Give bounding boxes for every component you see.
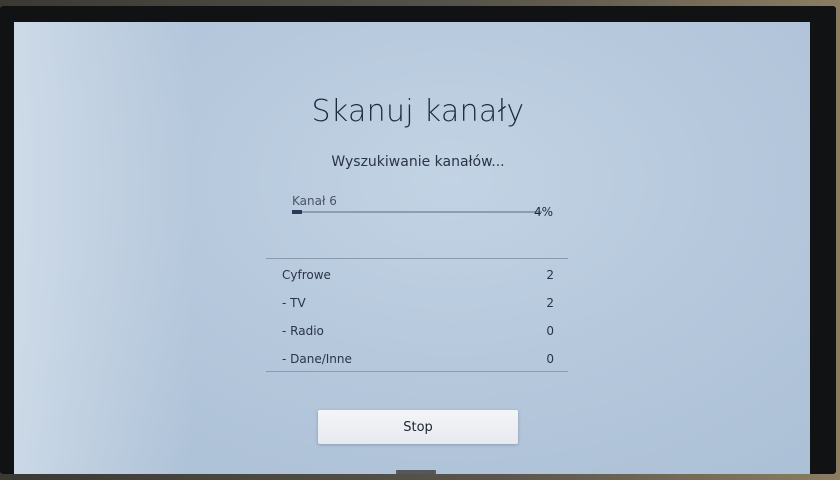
- result-label: - TV: [282, 296, 306, 310]
- current-channel-label: Kanał 6: [292, 194, 337, 208]
- result-count: 0: [546, 324, 554, 338]
- result-count: 2: [546, 268, 554, 282]
- scan-status-text: Wyszukiwanie kanałów...: [331, 154, 505, 170]
- result-count: 0: [546, 352, 554, 366]
- result-label: Cyfrowe: [282, 268, 331, 282]
- tv-bezel: Skanuj kanały Wyszukiwanie kanałów... Ka…: [0, 6, 836, 474]
- channel-results-list: Cyfrowe 2 - TV 2 - Radio 0 - Dane/Inne 0: [266, 258, 568, 372]
- tv-screen: Skanuj kanały Wyszukiwanie kanałów... Ka…: [14, 22, 810, 474]
- scan-progress-percent: 4%: [534, 205, 554, 219]
- result-row-tv: - TV 2: [266, 287, 568, 315]
- result-row-radio: - Radio 0: [266, 315, 568, 343]
- tv-stand-indicator: [396, 470, 436, 474]
- page-title: Skanuj kanały: [311, 94, 525, 129]
- screen-glare: [14, 22, 194, 474]
- scan-progress-fill: [292, 210, 302, 214]
- result-count: 2: [546, 296, 554, 310]
- stop-button[interactable]: Stop: [318, 410, 518, 444]
- scan-progress-bar: [292, 210, 542, 214]
- result-row-digital: Cyfrowe 2: [266, 259, 568, 287]
- result-label: - Radio: [282, 324, 324, 338]
- result-label: - Dane/Inne: [282, 352, 352, 366]
- result-row-data-other: - Dane/Inne 0: [266, 343, 568, 371]
